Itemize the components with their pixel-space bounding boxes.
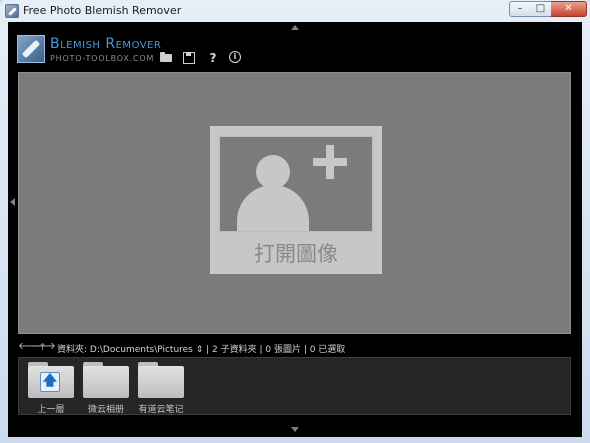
person-head-shape	[256, 155, 290, 189]
folder-path-status[interactable]: 資料夾: D:\Documents\Pictures ⇕ | 2 子資料夾 | …	[57, 342, 345, 355]
folder-icon	[83, 366, 129, 398]
client-area: Blemish Remover PHOTO-TOOLBOX.COM ? i 打開…	[8, 22, 582, 437]
close-button[interactable]: ✕	[551, 1, 587, 17]
window-title: Free Photo Blemish Remover	[23, 4, 182, 17]
up-level-icon: 🡅	[40, 372, 60, 392]
title-bar[interactable]: Free Photo Blemish Remover – □ ✕	[0, 0, 590, 22]
folder-label: 有道云笔记	[138, 405, 184, 415]
path-bar: 🡐 🡒 🡑 資料夾: D:\Documents\Pictures ⇕ | 2 子…	[18, 340, 571, 357]
open-folder-icon[interactable]	[159, 51, 173, 65]
image-canvas[interactable]: 打開圖像	[18, 72, 571, 334]
maximize-button[interactable]: □	[530, 1, 552, 17]
info-icon[interactable]: i	[229, 51, 243, 65]
plus-horizontal-shape	[313, 158, 347, 166]
save-icon[interactable]	[182, 51, 196, 65]
help-icon[interactable]: ?	[206, 51, 220, 65]
expand-left-arrow-icon[interactable]	[10, 198, 15, 206]
app-icon	[5, 4, 19, 18]
info-glyph: i	[229, 51, 241, 63]
folder-browser: 🡅 上一層 微云相册 有道云笔记	[18, 357, 571, 415]
up-arrow-icon[interactable]: 🡑	[40, 340, 45, 357]
folder-icon	[138, 366, 184, 398]
folder-item-weiyun[interactable]: 微云相册	[80, 362, 132, 415]
folder-item-up[interactable]: 🡅 上一層	[25, 362, 77, 415]
open-image-button[interactable]: 打開圖像	[210, 126, 382, 274]
brand-title: Blemish Remover	[50, 36, 162, 52]
open-image-label: 打開圖像	[254, 242, 338, 266]
person-body-shape	[237, 185, 309, 231]
app-window: Free Photo Blemish Remover – □ ✕ Blemish…	[0, 0, 590, 443]
folder-item-youdao[interactable]: 有道云笔记	[135, 362, 187, 415]
brand-subtitle[interactable]: PHOTO-TOOLBOX.COM	[50, 54, 154, 63]
collapse-bottom-arrow-icon[interactable]	[291, 427, 299, 432]
collapse-top-arrow-icon[interactable]	[291, 25, 299, 30]
minimize-button[interactable]: –	[509, 1, 531, 17]
add-person-icon	[219, 136, 373, 232]
brand-logo	[17, 35, 45, 63]
